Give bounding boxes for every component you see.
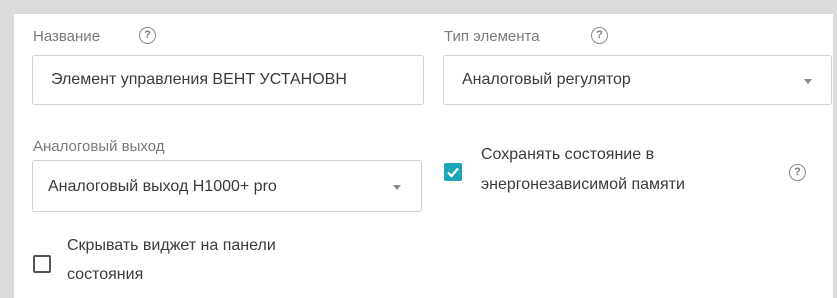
hide-widget-checkbox[interactable] [33,255,51,273]
analog-output-value: Аналоговый выход H1000+ pro [48,178,277,195]
question-circle-icon[interactable]: ? [789,164,806,181]
analog-output-select[interactable]: Аналоговый выход H1000+ pro [32,160,422,212]
hide-widget-label-line2: состояния [67,266,144,283]
hide-widget-label-line1: Скрывать виджет на панели [67,237,276,254]
save-state-label-line1: Сохранять состояние в [481,146,655,163]
question-circle-icon[interactable]: ? [591,27,608,44]
name-label: Название [33,28,101,45]
element-type-select[interactable]: Аналоговый регулятор [443,55,832,105]
chevron-down-icon[interactable] [804,79,812,84]
question-circle-icon[interactable]: ? [139,27,156,44]
save-state-label-line2: энергонезависимой памяти [481,176,685,193]
name-input[interactable]: Элемент управления ВЕНТ УСТАНОВН [32,55,424,105]
element-type-value: Аналоговый регулятор [462,71,631,88]
chevron-down-icon[interactable] [393,185,401,190]
save-state-checkbox[interactable] [444,163,462,181]
analog-output-label: Аналоговый выход [33,138,165,155]
check-icon [447,167,459,178]
element-type-label: Тип элемента [444,28,540,45]
name-input-value: Элемент управления ВЕНТ УСТАНОВН [51,71,347,88]
